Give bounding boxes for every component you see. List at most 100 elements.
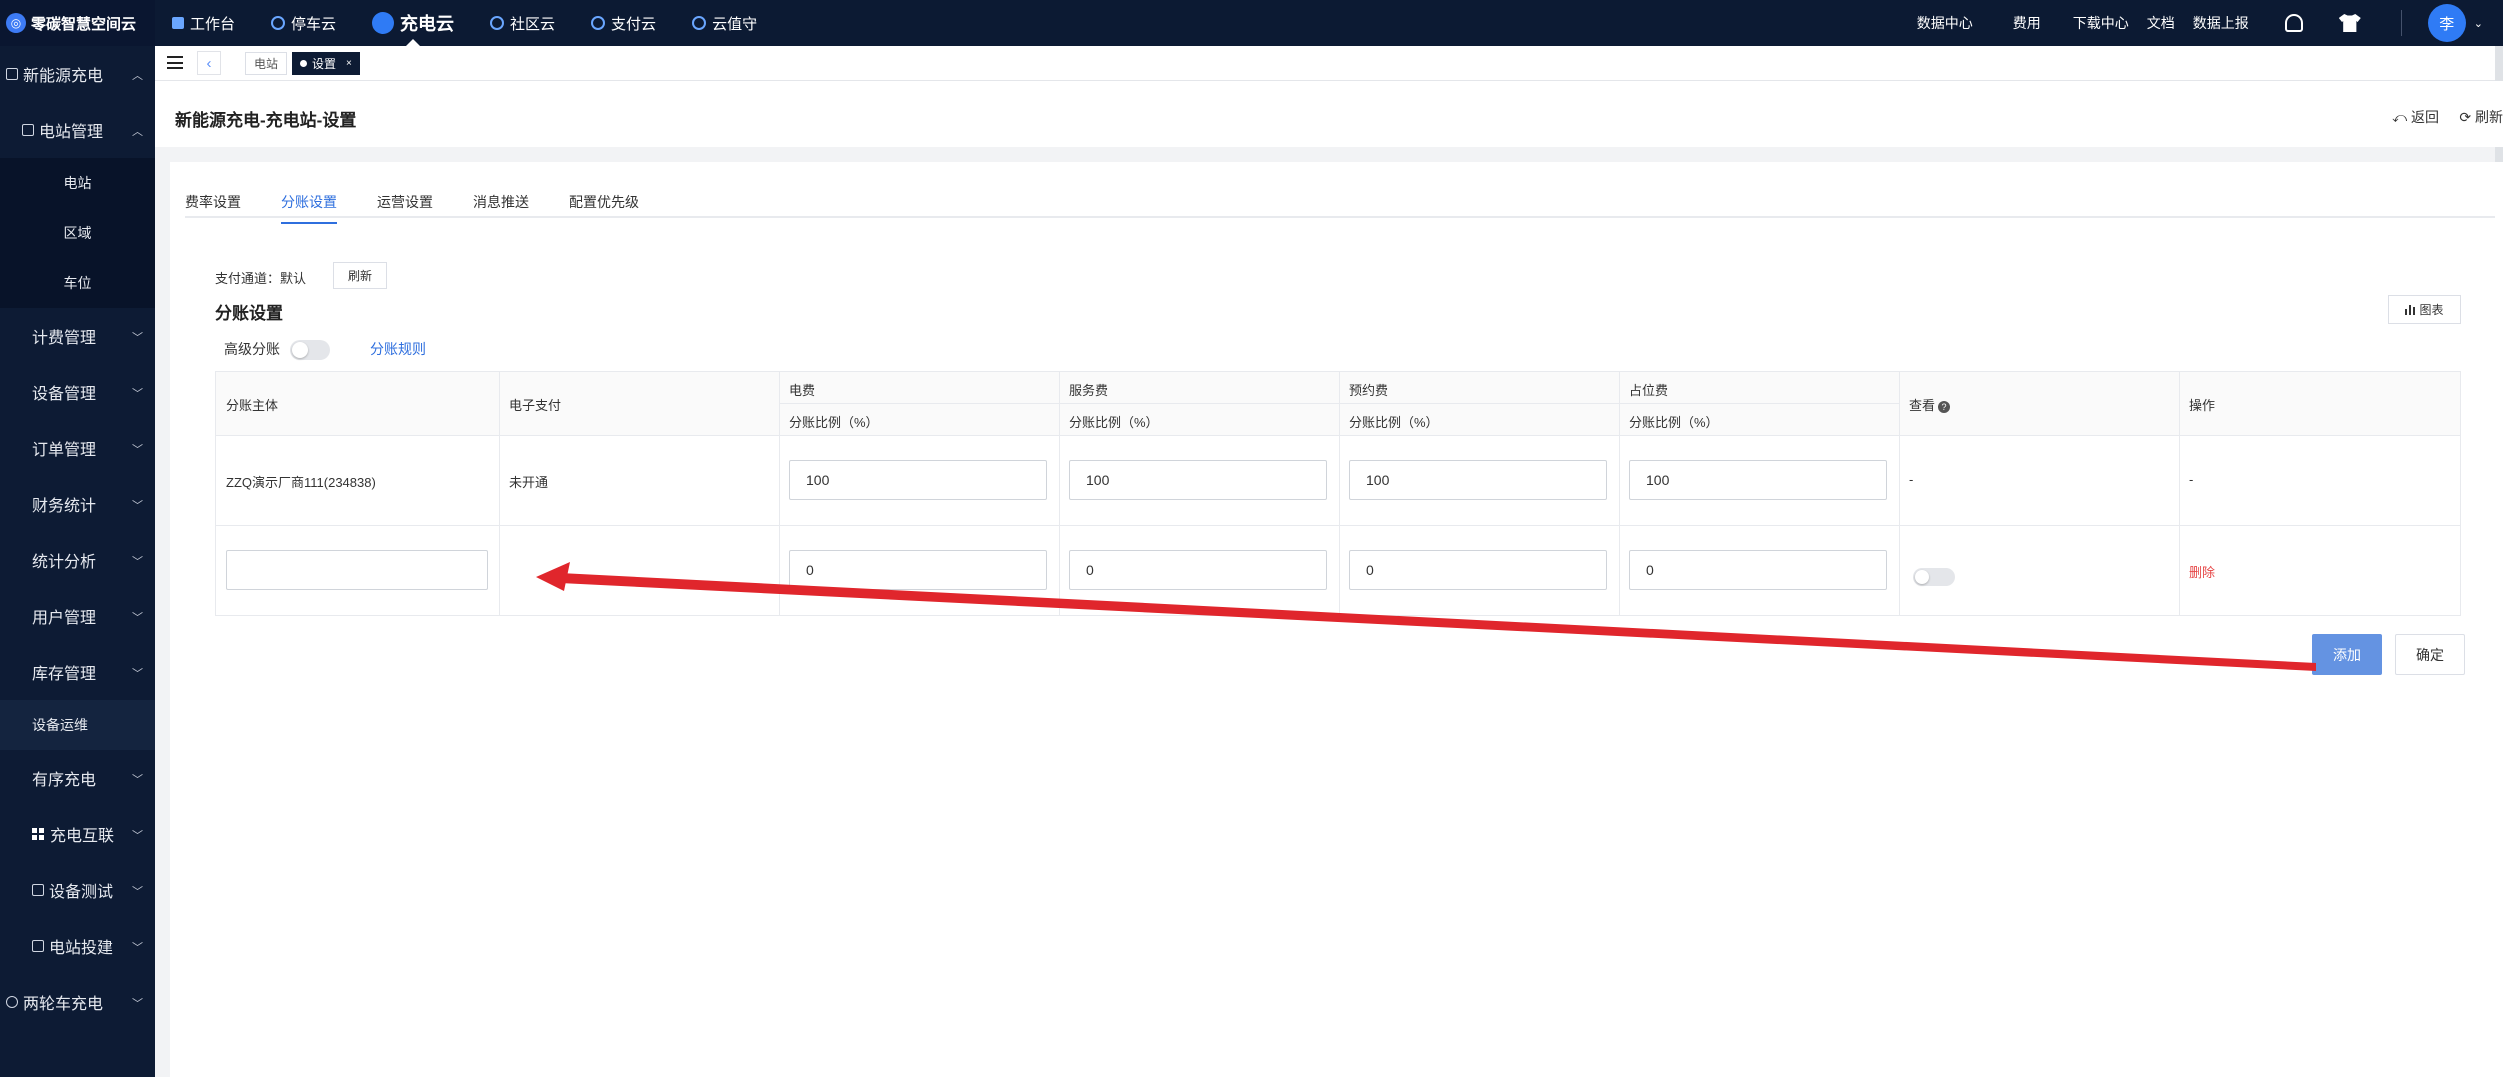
sidebar-item-devices[interactable]: 设备管理 ﹀ xyxy=(0,364,155,420)
col-service-ratio: 分账比例（%） xyxy=(1069,415,1159,430)
menu-toggle-icon[interactable] xyxy=(167,56,183,69)
divider xyxy=(779,372,780,615)
divider xyxy=(2179,372,2180,615)
advanced-split-toggle[interactable] xyxy=(290,340,330,360)
row1-view: - xyxy=(1909,472,1914,487)
external-link-icon xyxy=(32,884,44,896)
page-header: 新能源充电-充电站-设置 ⤺ 返回 ⟳ 刷新 xyxy=(155,81,2503,147)
add-button[interactable]: 添加 xyxy=(2312,634,2382,675)
topnav-guard[interactable]: 云值守 xyxy=(692,0,757,46)
col-action: 操作 xyxy=(2189,398,2216,413)
row1-epay-status: 未开通 xyxy=(509,475,549,490)
row2-electricity-input[interactable]: 0 xyxy=(789,550,1047,590)
topnav-parking[interactable]: 停车云 xyxy=(271,0,336,46)
sidebar-item-area[interactable]: 区域 xyxy=(0,208,155,258)
sidebar-item-device-ops[interactable]: 设备运维 xyxy=(0,700,155,750)
sidebar-item-inventory[interactable]: 库存管理 ﹀ xyxy=(0,644,155,700)
parking-icon xyxy=(271,16,286,30)
tab-priority-config[interactable]: 配置优先级 xyxy=(569,192,639,212)
topnav-payment[interactable]: 支付云 xyxy=(591,0,656,46)
divider xyxy=(1899,372,1900,615)
row1-service-input[interactable]: 100 xyxy=(1069,460,1327,500)
refresh-button[interactable]: ⟳ 刷新 xyxy=(2459,107,2503,127)
channel-refresh-button[interactable]: 刷新 xyxy=(333,262,387,289)
building-icon xyxy=(6,68,18,80)
sidebar-item-orders[interactable]: 订单管理 ﹀ xyxy=(0,420,155,476)
confirm-button[interactable]: 确定 xyxy=(2395,634,2465,675)
row2-delete-link[interactable]: 删除 xyxy=(2189,562,2215,581)
sidebar-item-ordered-charging[interactable]: 有序充电 ﹀ xyxy=(0,750,155,806)
sidebar-item-parking-space[interactable]: 车位 xyxy=(0,258,155,308)
downloads-link[interactable]: 下载中心 xyxy=(2073,13,2129,33)
sidebar-item-two-wheel[interactable]: 两轮车充电 ﹀ xyxy=(0,974,155,1030)
docs-link[interactable]: 文档 xyxy=(2147,13,2175,33)
row2-subject-input[interactable] xyxy=(226,550,488,590)
sidebar-item-device-testing[interactable]: 设备测试 ﹀ xyxy=(0,862,155,918)
sidebar-item-station[interactable]: 电站 xyxy=(0,158,155,208)
chevron-left-icon[interactable]: ‹ xyxy=(197,51,221,75)
top-navbar: ◎ 零碳智慧空间云 工作台 停车云 充电云 社区云 支付云 云值守 数据中心 费… xyxy=(0,0,2503,46)
bell-icon[interactable] xyxy=(2284,14,2303,32)
sidebar-item-interconnect[interactable]: 充电互联 ﹀ xyxy=(0,806,155,862)
top-right-menu: 数据中心 费用 下载中心 文档 数据上报 李 ⌄ xyxy=(1917,0,2503,46)
top-nav: 工作台 停车云 充电云 社区云 支付云 云值守 xyxy=(172,0,793,46)
chart-button[interactable]: 图表 xyxy=(2388,295,2461,324)
chevron-down-icon: ﹀ xyxy=(132,332,143,344)
close-icon[interactable]: × xyxy=(346,58,352,69)
row1-electricity-input[interactable]: 100 xyxy=(789,460,1047,500)
user-menu[interactable]: 李 ⌄ xyxy=(2427,4,2483,42)
sidebar-item-billing[interactable]: 计费管理 ﹀ xyxy=(0,308,155,364)
charging-icon xyxy=(372,12,395,34)
row2-view-toggle[interactable] xyxy=(1913,568,1955,586)
chevron-down-icon: ﹀ xyxy=(132,612,143,624)
data-center-link[interactable]: 数据中心 xyxy=(1917,13,1973,33)
page-tab-settings[interactable]: 设置 × xyxy=(292,52,360,75)
chevron-down-icon: ﹀ xyxy=(132,830,143,842)
cloud-logo-icon: ◎ xyxy=(6,13,26,33)
chevron-down-icon: ﹀ xyxy=(132,444,143,456)
chevron-down-icon: ﹀ xyxy=(132,500,143,512)
app-logo[interactable]: ◎ 零碳智慧空间云 xyxy=(0,0,155,46)
sidebar-item-analytics[interactable]: 统计分析 ﹀ xyxy=(0,532,155,588)
avatar[interactable]: 李 xyxy=(2427,4,2466,42)
topnav-charging[interactable]: 充电云 xyxy=(372,0,454,46)
row1-occupancy-input[interactable]: 100 xyxy=(1629,460,1887,500)
split-rules-link[interactable]: 分账规则 xyxy=(370,339,426,359)
col-service: 服务费 xyxy=(1069,383,1109,398)
tab-operation-settings[interactable]: 运营设置 xyxy=(377,192,433,212)
tab-rate-settings[interactable]: 费率设置 xyxy=(185,192,241,212)
dashboard-icon xyxy=(172,17,184,29)
divider xyxy=(1339,372,1340,615)
chevron-down-icon: ﹀ xyxy=(132,774,143,786)
page-tab-station[interactable]: 电站 xyxy=(245,52,288,75)
section-title: 分账设置 xyxy=(215,304,283,323)
topnav-workbench[interactable]: 工作台 xyxy=(172,0,235,46)
sidebar-item-finance[interactable]: 财务统计 ﹀ xyxy=(0,476,155,532)
chevron-down-icon: ﹀ xyxy=(132,556,143,568)
row2-service-input[interactable]: 0 xyxy=(1069,550,1327,590)
chevron-down-icon: ﹀ xyxy=(132,388,143,400)
chevron-down-icon: ⌄ xyxy=(2473,17,2483,30)
chevron-down-icon: ﹀ xyxy=(132,668,143,680)
row2-reservation-input[interactable]: 0 xyxy=(1349,550,1607,590)
active-dot-icon xyxy=(300,60,307,67)
tab-message-push[interactable]: 消息推送 xyxy=(473,192,529,212)
tab-split-settings[interactable]: 分账设置 xyxy=(281,192,337,224)
shirt-icon[interactable] xyxy=(2338,14,2361,32)
col-reservation: 预约费 xyxy=(1349,383,1389,398)
sidebar-item-new-energy[interactable]: 新能源充电 ︿ xyxy=(0,46,155,102)
topnav-community[interactable]: 社区云 xyxy=(490,0,555,46)
chevron-down-icon: ﹀ xyxy=(132,942,143,954)
back-button[interactable]: ⤺ 返回 xyxy=(2392,107,2439,127)
chevron-up-icon: ︿ xyxy=(132,126,143,138)
sidebar-item-station-mgmt[interactable]: 电站管理 ︿ xyxy=(0,102,155,158)
sidebar-item-station-build[interactable]: 电站投建 ﹀ xyxy=(0,918,155,974)
row1-reservation-input[interactable]: 100 xyxy=(1349,460,1607,500)
data-report-link[interactable]: 数据上报 xyxy=(2193,13,2249,33)
help-icon[interactable]: ? xyxy=(1938,400,1951,413)
divider xyxy=(216,525,2460,526)
sidebar-item-users[interactable]: 用户管理 ﹀ xyxy=(0,588,155,644)
row2-occupancy-input[interactable]: 0 xyxy=(1629,550,1887,590)
fees-link[interactable]: 费用 xyxy=(2013,13,2041,33)
payment-channel-label: 支付通道：默认 xyxy=(215,271,307,286)
